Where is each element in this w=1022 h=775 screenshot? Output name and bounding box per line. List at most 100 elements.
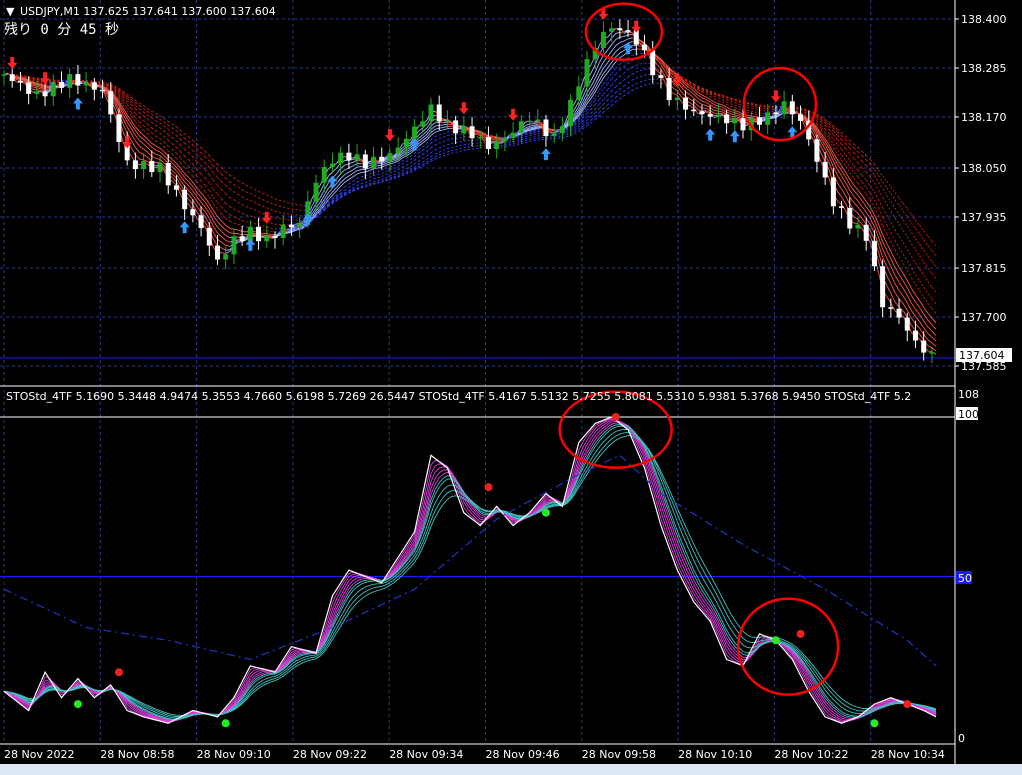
buy-arrow-icon [623,42,634,55]
ma-ribbon-segment [287,202,292,205]
ma-ribbon-segment [853,202,859,208]
ma-ribbon-segment [443,151,448,155]
ma-ribbon-segment [726,111,731,115]
ma-ribbon-segment [16,79,21,82]
candle-body [141,161,147,170]
ma-ribbon-segment [172,177,177,182]
ma-ribbon-segment [143,115,148,120]
ma-ribbon-segment [894,283,900,291]
ma-ribbon-segment [508,141,514,143]
dropdown-arrow-icon[interactable]: ▼ [6,5,15,18]
ma-ribbon-segment [397,163,403,167]
ma-ribbon-segment [915,249,920,257]
ma-ribbon-segment [517,141,522,144]
ma-ribbon-segment [348,173,354,177]
ma-ribbon-segment [890,283,896,293]
ma-ribbon-segment [389,176,395,179]
ma-ribbon-segment [525,135,530,138]
ma-ribbon-segment [767,106,772,109]
ma-ribbon-segment [200,186,206,192]
candle-body [666,77,672,101]
ma-ribbon-segment [603,72,608,79]
ma-ribbon-segment [910,295,916,303]
ma-ribbon-segment [348,176,354,180]
ma-ribbon-segment [369,175,374,178]
ma-ribbon-segment [894,192,900,199]
ma-ribbon-segment [365,183,370,186]
ma-ribbon-segment [529,126,534,129]
ma-ribbon-segment [213,203,218,210]
ma-ribbon-segment [426,147,432,152]
ma-ribbon-segment [759,107,764,110]
ma-ribbon-segment [44,85,50,87]
ma-ribbon-segment [443,125,448,128]
ma-ribbon-segment [143,143,148,148]
ma-ribbon-segment [139,105,144,110]
ma-ribbon-segment [919,243,925,251]
ma-ribbon-segment [738,108,744,112]
ma-ribbon-segment [439,141,444,144]
time-tick-label: 28 Nov 08:58 [100,748,174,761]
candle-body [600,31,606,48]
ma-ribbon-segment [414,156,419,161]
time-tick-label: 28 Nov 2022 [4,748,74,761]
time-tick-label: 28 Nov 09:34 [389,748,463,761]
status-strip [0,764,1022,775]
ma-ribbon-segment [377,179,382,182]
ma-ribbon-segment [447,138,452,141]
ma-ribbon-segment [196,187,202,194]
ma-ribbon-segment [738,103,744,107]
ma-ribbon-segment [841,196,847,204]
ma-ribbon-segment [344,171,350,175]
stochastic-dots-layer [73,413,912,728]
ma-ribbon-segment [882,175,888,182]
candle-body [650,50,656,76]
ma-ribbon-segment [849,179,855,186]
ma-ribbon-segment [389,167,395,171]
ma-ribbon-segment [902,303,908,311]
ma-ribbon-segment [426,139,432,144]
ma-ribbon-segment [853,222,859,225]
ma-ribbon-segment [927,255,933,262]
ma-ribbon-segment [915,308,920,315]
ma-ribbon-segment [434,142,440,146]
ma-ribbon-segment [598,99,604,105]
ma-ribbon-segment [422,159,428,163]
ma-ribbon-segment [927,312,933,319]
ma-ribbon-segment [291,208,296,211]
ma-ribbon-segment [902,219,908,227]
candle-body [830,177,836,207]
ma-ribbon-segment [217,202,222,208]
ma-ribbon-segment [906,280,912,289]
ma-ribbon-segment [841,154,847,162]
ma-ribbon-segment [853,190,859,196]
ma-ribbon-segment [857,213,863,219]
ma-ribbon-segment [615,42,621,47]
ma-ribbon-segment [927,302,933,309]
ma-ribbon-segment [258,211,263,214]
candle-body [1,74,7,76]
ma-ribbon-segment [599,108,604,113]
ma-ribbon-segment [636,81,641,85]
ma-ribbon-segment [751,112,756,115]
ma-ribbon-segment [172,173,177,179]
ma-ribbon-segment [246,184,251,188]
ma-ribbon-segment [410,163,415,168]
ma-ribbon-segment [418,161,424,165]
ma-ribbon-segment [176,135,181,140]
ma-ribbon-segment [853,184,859,191]
ma-ribbon-segment [254,216,259,220]
ma-ribbon-segment [685,91,690,95]
ma-ribbon-segment [130,139,136,148]
ma-ribbon-segment [714,104,719,107]
ma-ribbon-segment [426,142,432,148]
sell-arrow-icon [458,102,469,115]
ma-ribbon-segment [915,294,920,301]
ma-ribbon-segment [135,134,140,141]
ma-ribbon-segment [923,296,929,304]
ma-ribbon-segment [837,139,842,145]
ma-ribbon-segment [627,85,633,89]
ma-ribbon-segment [172,123,177,128]
candle-body [149,161,155,173]
ma-ribbon-segment [139,112,144,117]
